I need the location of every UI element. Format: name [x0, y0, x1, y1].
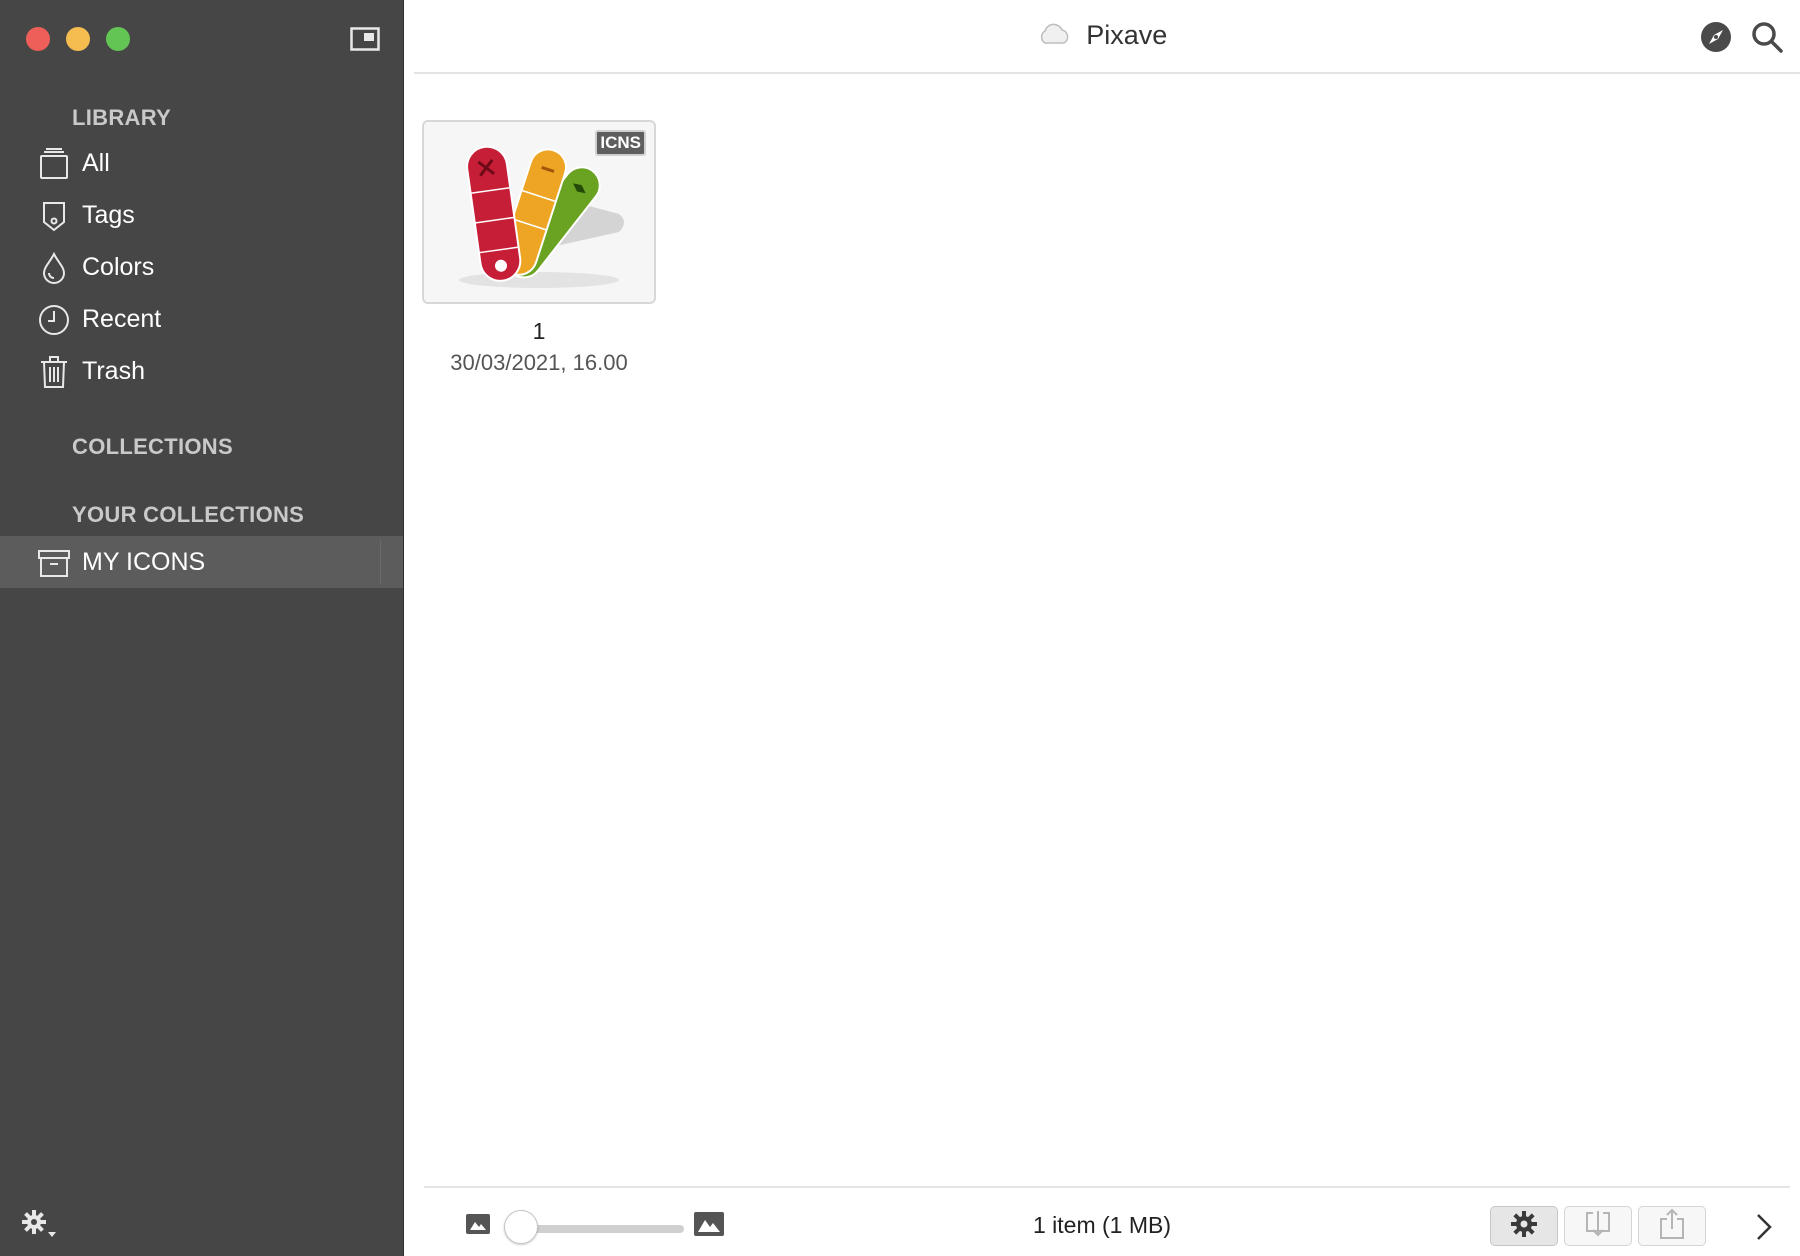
title-bar: Pixave: [404, 0, 1800, 74]
sidebar-item-label: Tags: [82, 201, 135, 229]
grid-item-name: 1: [532, 318, 546, 344]
drop-icon: [38, 252, 70, 284]
collections-header: COLLECTIONS: [72, 434, 233, 459]
sidebar-item-colors[interactable]: Colors: [0, 241, 403, 293]
sidebar-item-tags[interactable]: Tags: [0, 189, 403, 241]
chevron-right-icon[interactable]: [1750, 1212, 1776, 1242]
library-header: LIBRARY: [72, 105, 172, 130]
app-window: LIBRARY All Tags Colors Recent Trash COL…: [0, 0, 1800, 1256]
trash-icon: [38, 356, 70, 388]
tag-icon: [38, 200, 70, 232]
action-settings-button[interactable]: [1490, 1206, 1558, 1246]
sidebar-item-my-icons[interactable]: MY ICONS: [0, 536, 403, 588]
grid-item-thumbnail[interactable]: ◂▸ ICNS: [422, 120, 656, 304]
sidebar-item-label: Trash: [82, 357, 145, 385]
cloud-icon: [1037, 21, 1071, 52]
sidebar-item-label: Recent: [82, 305, 162, 333]
search-icon[interactable]: [1750, 20, 1784, 54]
sidebar-item-trash[interactable]: Trash: [0, 345, 403, 397]
archive-box-icon: [38, 547, 70, 579]
sidebar-item-all[interactable]: All: [0, 137, 403, 189]
close-window-button[interactable]: [26, 27, 50, 51]
import-button[interactable]: [1564, 1206, 1632, 1246]
compass-icon[interactable]: [1700, 21, 1732, 53]
zoom-window-button[interactable]: [106, 27, 130, 51]
main-content: Pixave ◂▸ ICNS 1 30/03/2021, 16.00 1 ite…: [404, 0, 1800, 1256]
sidebar: LIBRARY All Tags Colors Recent Trash COL…: [0, 0, 404, 1256]
your-collections-header: YOUR COLLECTIONS: [72, 502, 305, 527]
bottom-separator: [424, 1186, 1790, 1188]
file-type-badge: ICNS: [595, 130, 646, 156]
title-separator: [414, 72, 1800, 74]
clock-icon: [38, 304, 70, 336]
grid-item-date: 30/03/2021, 16.00: [450, 350, 628, 375]
sidebar-item-label: MY ICONS: [82, 548, 206, 576]
minimize-window-button[interactable]: [66, 27, 90, 51]
gear-icon: [1510, 1210, 1538, 1243]
import-icon: [1585, 1209, 1611, 1244]
share-icon: [1659, 1208, 1685, 1245]
sidebar-item-recent[interactable]: Recent: [0, 293, 403, 345]
bottom-toolbar: 1 item (1 MB): [404, 1186, 1800, 1256]
sidebar-toggle-icon[interactable]: [350, 27, 380, 51]
window-title: Pixave: [1086, 20, 1168, 50]
sidebar-item-label: Colors: [82, 253, 155, 281]
sidebar-item-label: All: [82, 149, 110, 177]
tray-icon: [38, 148, 70, 180]
share-button[interactable]: [1638, 1206, 1706, 1246]
settings-menu-icon[interactable]: [20, 1208, 60, 1240]
